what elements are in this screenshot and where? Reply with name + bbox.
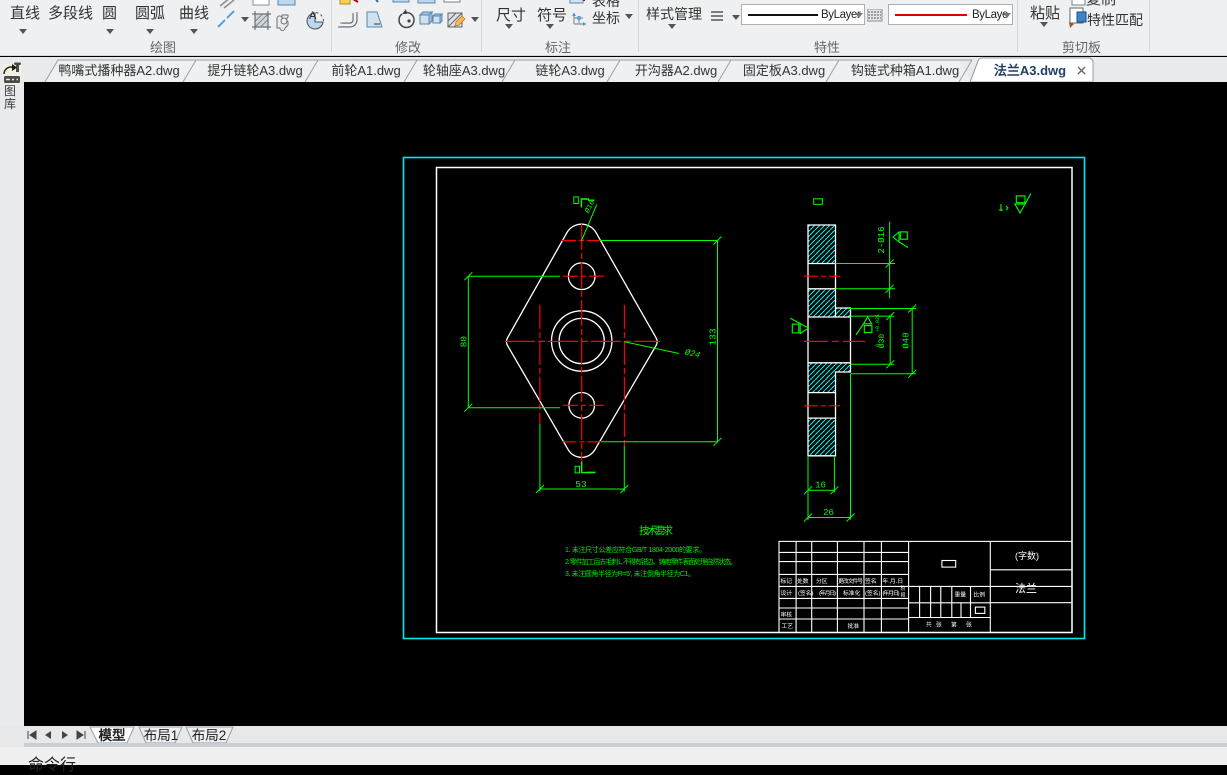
svg-text:A: A (309, 10, 317, 22)
svg-text:钩链式种箱A1.dwg: 钩链式种箱A1.dwg (851, 63, 959, 78)
svg-text:布局2: 布局2 (192, 728, 227, 743)
svg-text:模型: 模型 (99, 727, 126, 743)
svg-text:库: 库 (4, 96, 16, 111)
svg-text:图: 图 (4, 84, 16, 98)
svg-text:布局1: 布局1 (144, 728, 179, 743)
svg-text:提升链轮A3.dwg: 提升链轮A3.dwg (207, 63, 302, 78)
svg-text:轮轴座A3.dwg: 轮轴座A3.dwg (423, 63, 505, 78)
svg-text:前轮A1.dwg: 前轮A1.dwg (331, 63, 400, 78)
svg-text:法兰A3.dwg: 法兰A3.dwg (994, 63, 1066, 78)
svg-text:链轮A3.dwg: 链轮A3.dwg (535, 63, 604, 78)
svg-text:开沟器A2.dwg: 开沟器A2.dwg (635, 63, 717, 78)
svg-text:鸭嘴式播种器A2.dwg: 鸭嘴式播种器A2.dwg (58, 63, 179, 78)
svg-text:固定板A3.dwg: 固定板A3.dwg (743, 63, 825, 78)
